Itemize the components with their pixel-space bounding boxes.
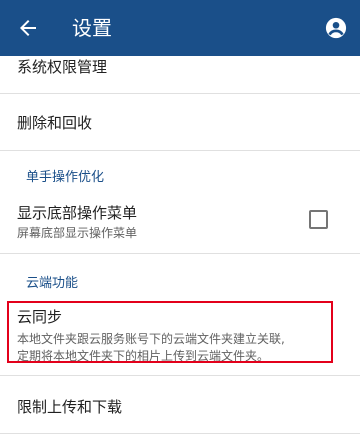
account-button[interactable] <box>318 10 354 46</box>
back-button[interactable] <box>10 10 46 46</box>
bottom-menu-checkbox[interactable] <box>309 210 328 229</box>
highlight-box <box>7 301 333 363</box>
account-circle-icon <box>325 17 347 39</box>
section-header-cloud: 云端功能 <box>26 276 79 291</box>
divider <box>0 433 360 434</box>
settings-item-permissions[interactable]: 系统权限管理 <box>0 56 360 90</box>
divider <box>0 150 360 151</box>
bottom-menu-title: 显示底部操作菜单 <box>17 204 138 222</box>
bottom-menu-subtitle: 屏幕底部显示操作菜单 <box>17 226 138 240</box>
divider <box>0 253 360 254</box>
settings-item-limit-transfer[interactable]: 限制上传和下载 <box>0 376 360 432</box>
permissions-title: 系统权限管理 <box>17 58 108 76</box>
settings-list: 系统权限管理 删除和回收 单手操作优化 显示底部操作菜单 屏幕底部显示操作菜单 … <box>0 56 360 435</box>
settings-item-bottom-menu[interactable]: 显示底部操作菜单 屏幕底部显示操作菜单 <box>0 194 360 252</box>
limit-transfer-title: 限制上传和下载 <box>17 398 123 416</box>
page-title: 设置 <box>72 16 112 40</box>
section-header-one-handed: 单手操作优化 <box>26 170 105 185</box>
delete-title: 删除和回收 <box>17 114 93 132</box>
app-bar: 设置 <box>0 0 360 56</box>
arrow-back-icon <box>20 20 36 36</box>
settings-item-delete[interactable]: 删除和回收 <box>0 94 360 150</box>
